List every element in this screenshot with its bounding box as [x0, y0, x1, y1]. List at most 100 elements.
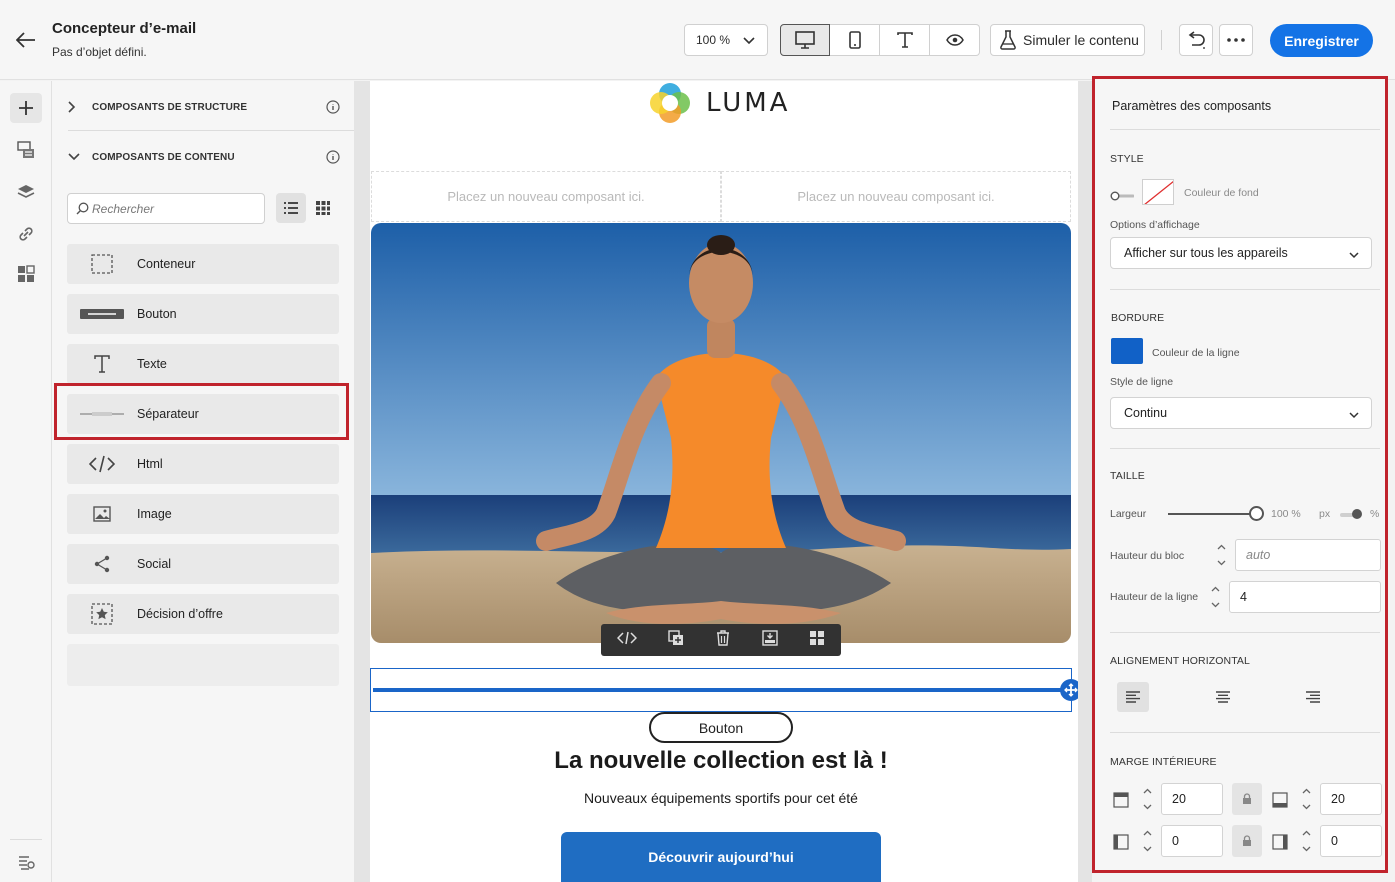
share-icon: [67, 555, 137, 573]
align-center-button[interactable]: [1207, 682, 1239, 712]
drop-zone-left[interactable]: Placez un nouveau composant ici.: [371, 171, 721, 222]
save-fragment-icon[interactable]: [761, 629, 778, 651]
padding-left-input[interactable]: 0: [1161, 825, 1223, 857]
display-options-value: Afficher sur tous les appareils: [1124, 246, 1288, 260]
display-options-select[interactable]: Afficher sur tous les appareils: [1110, 237, 1372, 269]
text-view-button[interactable]: [880, 24, 930, 56]
bg-color-toggle[interactable]: [1110, 188, 1135, 201]
simulate-content-button[interactable]: Simuler le contenu: [990, 24, 1145, 56]
search-input[interactable]: Rechercher: [67, 193, 265, 224]
line-height-input[interactable]: 4: [1229, 581, 1381, 613]
container-icon: [67, 254, 137, 274]
trash-icon[interactable]: [716, 629, 730, 651]
chevron-down-icon: [743, 34, 755, 48]
luma-logo: LUMA: [648, 81, 790, 125]
padding-lock-vertical[interactable]: [1232, 783, 1262, 815]
settings-layers-tab[interactable]: [10, 847, 42, 877]
preview-button[interactable]: [930, 24, 980, 56]
component-offer-decision[interactable]: Décision d’offre: [67, 594, 339, 634]
select-parent-icon[interactable]: [809, 630, 825, 651]
line-color-swatch[interactable]: [1111, 338, 1143, 364]
unit-toggle-handle[interactable]: [1352, 509, 1362, 519]
padding-bottom-input[interactable]: 20: [1320, 783, 1382, 815]
align-left-icon: [1126, 691, 1140, 703]
align-right-button[interactable]: [1297, 682, 1329, 712]
component-image[interactable]: Image: [67, 494, 339, 534]
width-slider-handle[interactable]: [1249, 506, 1264, 521]
padding-left-icon: [1112, 833, 1130, 851]
line-style-select[interactable]: Continu: [1110, 397, 1372, 429]
canvas-gutter: [1078, 81, 1092, 882]
undo-button[interactable]: [1179, 24, 1213, 56]
desktop-view-button[interactable]: [780, 24, 830, 56]
email-canvas[interactable]: LUMA Placez un nouveau composant ici. Pl…: [370, 81, 1078, 882]
chevron-down-icon: [1211, 602, 1219, 608]
padding-top-input[interactable]: 20: [1161, 783, 1223, 815]
mobile-icon: [848, 31, 861, 49]
padding-lock-horizontal[interactable]: [1232, 825, 1262, 857]
canvas-button[interactable]: Bouton: [649, 712, 793, 743]
component-button[interactable]: Bouton: [67, 294, 339, 334]
list-icon: [284, 202, 298, 214]
info-icon[interactable]: [326, 150, 340, 167]
component-social[interactable]: Social: [67, 544, 339, 584]
drop-zone-right[interactable]: Placez un nouveau composant ici.: [721, 171, 1071, 222]
add-components-tab[interactable]: [10, 93, 42, 123]
text-icon: [896, 32, 913, 48]
component-label: Image: [137, 507, 172, 521]
padding-right-input[interactable]: 0: [1320, 825, 1382, 857]
mobile-view-button[interactable]: [830, 24, 880, 56]
flask-icon: [1000, 30, 1016, 50]
list-view-button[interactable]: [276, 193, 306, 223]
fragments-tab[interactable]: [10, 135, 42, 165]
block-height-stepper[interactable]: [1210, 539, 1232, 571]
padding-left-stepper[interactable]: [1136, 825, 1158, 857]
grid-icon: [18, 265, 35, 282]
links-tab[interactable]: [10, 219, 42, 249]
chevron-right-icon: [68, 101, 92, 113]
layers-tab[interactable]: [10, 177, 42, 207]
content-components-section[interactable]: COMPOSANTS DE CONTENU: [68, 133, 340, 181]
component-label: Bouton: [137, 307, 177, 321]
duplicate-icon[interactable]: [668, 629, 684, 651]
line-height-stepper[interactable]: [1204, 581, 1226, 613]
component-html[interactable]: Html: [67, 444, 339, 484]
padding-top-stepper[interactable]: [1136, 783, 1158, 815]
component-container[interactable]: Conteneur: [67, 244, 339, 284]
padding-bottom-stepper[interactable]: [1295, 783, 1317, 815]
bg-color-swatch[interactable]: [1142, 179, 1174, 205]
more-options-button[interactable]: [1219, 24, 1253, 56]
align-left-button[interactable]: [1117, 682, 1149, 712]
chevron-down-icon: [1143, 846, 1151, 852]
selected-divider-block[interactable]: [370, 668, 1072, 712]
hero-image[interactable]: [371, 223, 1071, 643]
padding-heading: MARGE INTÉRIEURE: [1110, 756, 1217, 768]
grid-view-button[interactable]: [308, 193, 338, 223]
canvas-headline[interactable]: La nouvelle collection est là !: [370, 747, 1072, 775]
rail-divider: [10, 839, 42, 840]
block-height-input[interactable]: auto: [1235, 539, 1381, 571]
link-icon: [19, 227, 33, 241]
style-heading: STYLE: [1110, 153, 1144, 165]
assets-tab[interactable]: [10, 259, 42, 289]
save-button[interactable]: Enregistrer: [1270, 24, 1373, 57]
padding-right-stepper[interactable]: [1295, 825, 1317, 857]
component-text[interactable]: Texte: [67, 344, 339, 384]
structure-components-section[interactable]: COMPOSANTS DE STRUCTURE: [68, 83, 340, 131]
chevron-up-icon: [1143, 788, 1151, 794]
canvas-subline[interactable]: Nouveaux équipements sportifs pour cet é…: [370, 790, 1072, 806]
zoom-select[interactable]: 100 %: [684, 24, 768, 56]
alignment-heading: ALIGNEMENT HORIZONTAL: [1110, 655, 1250, 667]
panel-gutter: [354, 81, 370, 882]
chevron-down-icon: [68, 153, 92, 161]
settings-title: Paramètres des composants: [1112, 99, 1272, 113]
code-icon[interactable]: [616, 631, 637, 650]
info-icon[interactable]: [326, 100, 340, 117]
empty-slot: [67, 644, 339, 686]
width-slider-track[interactable]: [1168, 513, 1256, 515]
chevron-up-icon: [1217, 544, 1225, 550]
cta-button[interactable]: Découvrir aujourd’hui: [561, 832, 881, 882]
offer-decision-icon: [67, 603, 137, 625]
back-arrow-icon[interactable]: [12, 28, 40, 52]
settings-divider: [1110, 448, 1380, 449]
